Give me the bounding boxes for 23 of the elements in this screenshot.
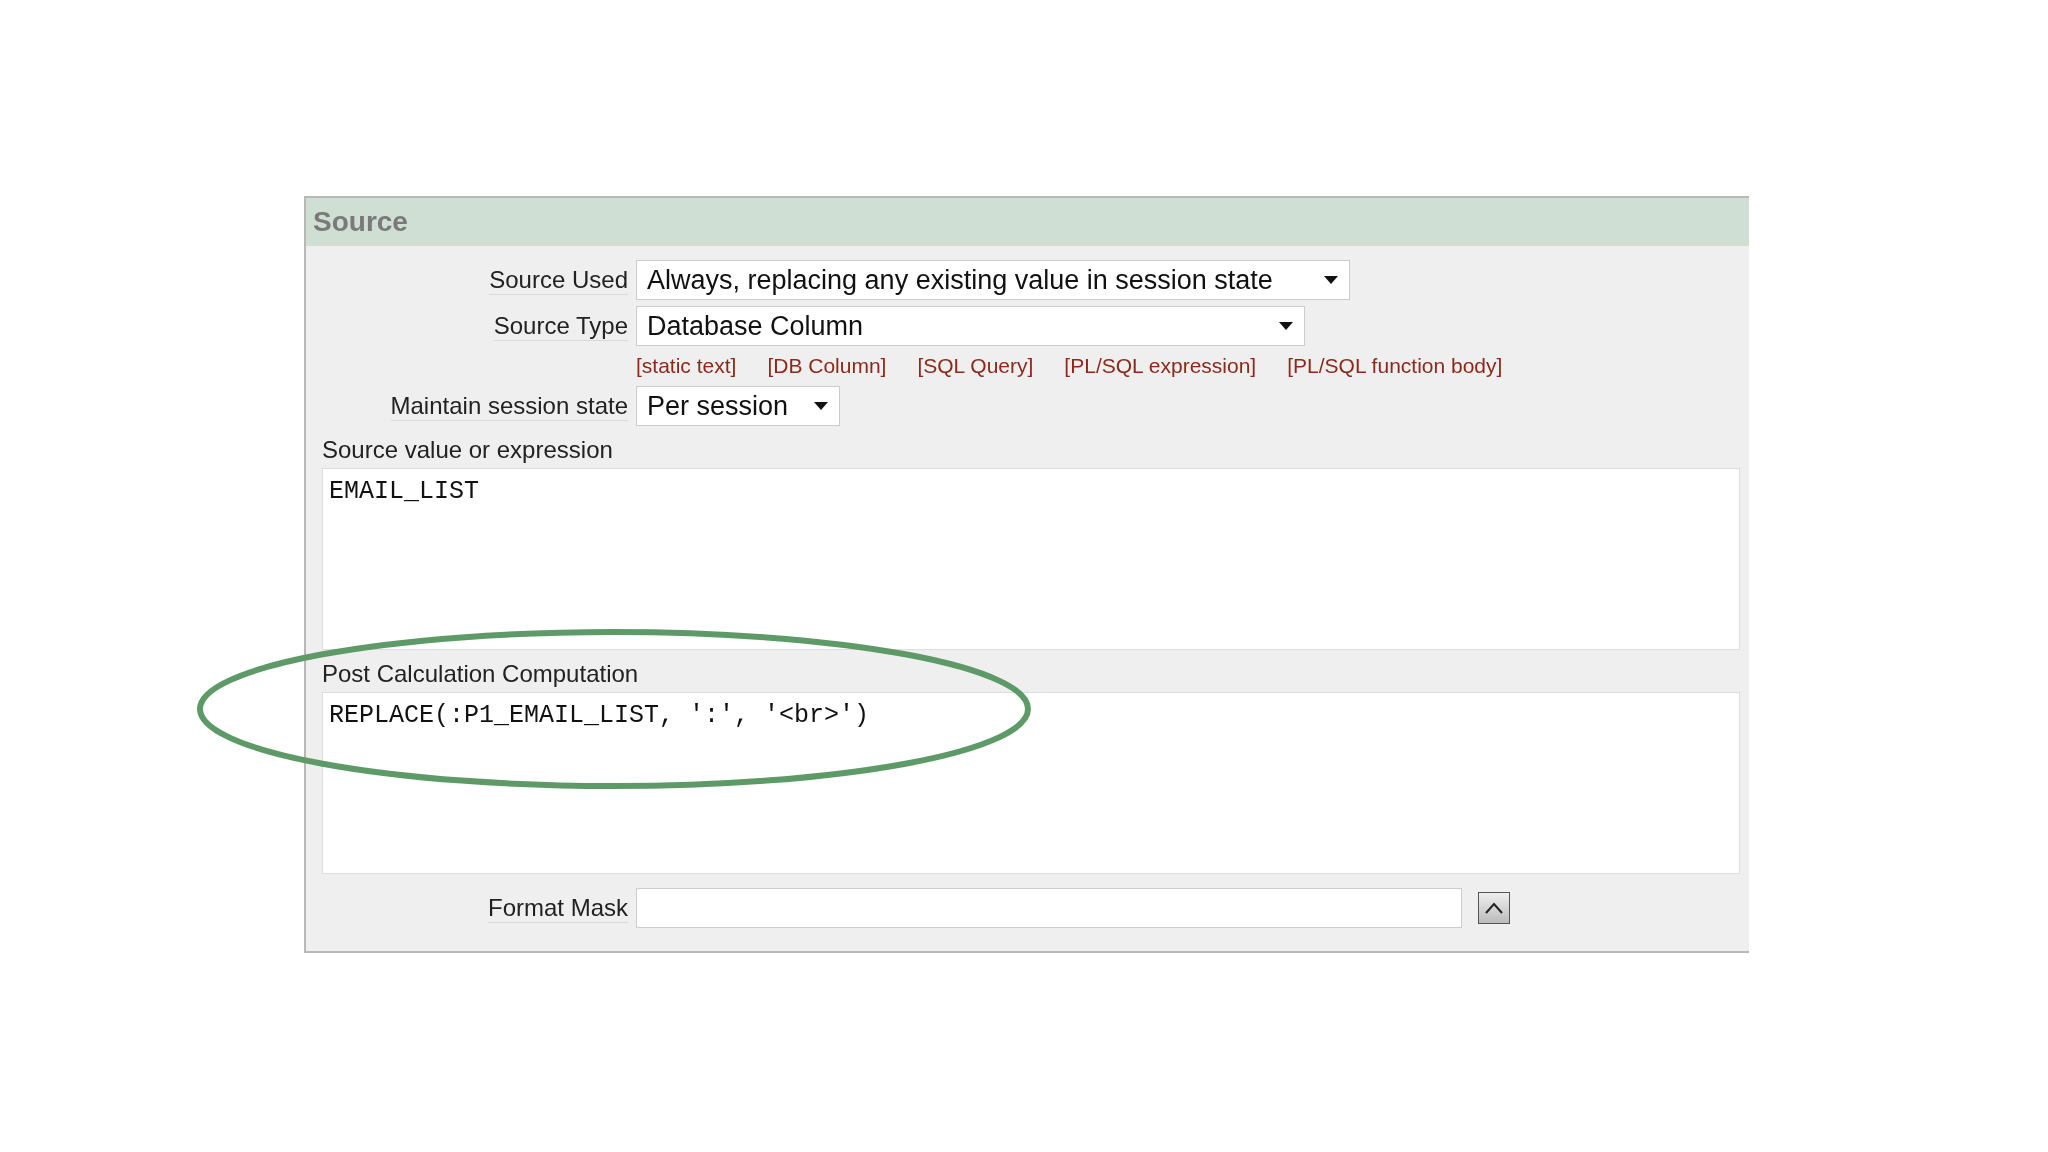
field-label: Source value or expression bbox=[322, 436, 614, 464]
expand-button[interactable] bbox=[1478, 892, 1510, 924]
text-area[interactable]: REPLACE(:P1_EMAIL_LIST, ':', '<br>') bbox=[322, 692, 1740, 874]
dropdown[interactable]: Database Column bbox=[636, 306, 1305, 346]
chevron-up-icon bbox=[1484, 901, 1504, 915]
link[interactable]: [SQL Query] bbox=[917, 354, 1034, 378]
caret-icon bbox=[1323, 275, 1339, 285]
input-field[interactable] bbox=[636, 888, 1462, 928]
caret-icon bbox=[1278, 321, 1294, 331]
field-label: Source Used bbox=[489, 265, 628, 295]
text-area[interactable]: EMAIL_LIST bbox=[322, 468, 1740, 650]
field-label: Format Mask bbox=[488, 893, 628, 923]
dropdown[interactable]: Always, replacing any existing value in session state bbox=[636, 260, 1350, 300]
caret-icon bbox=[813, 401, 829, 411]
panel-title: Source bbox=[313, 206, 408, 238]
link[interactable]: [PL/SQL function body] bbox=[1287, 354, 1503, 378]
field-label: Post Calculation Computation bbox=[322, 660, 640, 688]
field-label: Maintain session state bbox=[390, 391, 628, 421]
link[interactable]: [static text] bbox=[636, 354, 737, 378]
field-label: Source Type bbox=[493, 311, 628, 341]
dropdown[interactable]: Per session bbox=[636, 386, 840, 426]
link[interactable]: [PL/SQL expression] bbox=[1064, 354, 1257, 378]
link[interactable]: [DB Column] bbox=[767, 354, 887, 378]
